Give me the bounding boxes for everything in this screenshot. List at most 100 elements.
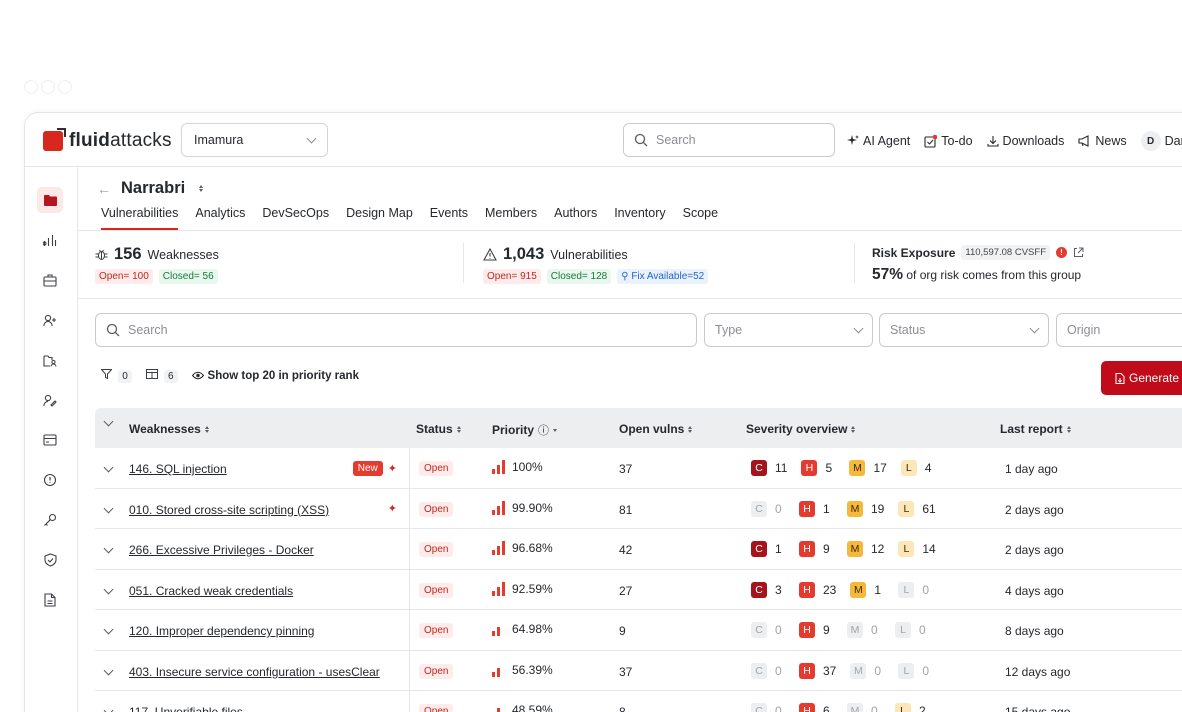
type-filter-select[interactable]: Type	[704, 313, 873, 347]
tab-devsecops[interactable]: DevSecOps	[262, 206, 329, 230]
severity-M-letter: M	[850, 662, 867, 679]
header-last-report[interactable]: Last report	[1000, 422, 1071, 436]
status-filter-select[interactable]: Status	[879, 313, 1049, 347]
back-arrow-icon[interactable]: ←	[97, 181, 111, 197]
sidebar-item-user-edit[interactable]	[37, 387, 63, 413]
severity-L-letter: L	[898, 541, 915, 557]
origin-filter-placeholder: Origin	[1067, 323, 1101, 337]
vulnerability-search-input[interactable]: Search	[95, 313, 697, 347]
table-row[interactable]: 051. Cracked weak credentials Open 92.59…	[95, 569, 1182, 610]
ai-sparkle-icon[interactable]: ✦	[388, 462, 397, 475]
tab-design-map[interactable]: Design Map	[346, 206, 413, 230]
weakness-link[interactable]: 120. Improper dependency pinning	[129, 624, 314, 638]
todo-button[interactable]: To-do	[924, 134, 973, 148]
top-actions: AI Agent To-do Downloads News D Dan	[847, 131, 1182, 151]
tab-authors[interactable]: Authors	[554, 206, 597, 230]
header-status[interactable]: Status	[416, 422, 461, 436]
app-window: fluidattacks Imamura Search AI Agent To-…	[24, 112, 1182, 712]
todo-icon	[924, 135, 937, 148]
header-severity[interactable]: Severity overview	[746, 422, 856, 436]
expand-row-icon[interactable]	[103, 705, 114, 712]
header-priority[interactable]: Priority ⓘ	[492, 422, 558, 438]
expand-row-icon[interactable]	[103, 462, 114, 473]
sidebar-item-groups[interactable]	[37, 187, 63, 213]
sidebar-item-credentials[interactable]	[37, 507, 63, 533]
expand-row-icon[interactable]	[103, 543, 114, 554]
analytics-icon	[43, 234, 57, 246]
sidebar-item-analytics[interactable]	[37, 227, 63, 253]
table-row[interactable]: 403. Insecure service configuration - us…	[95, 650, 1182, 691]
severity-H-count: 1	[823, 501, 830, 516]
origin-filter-select[interactable]: Origin	[1056, 313, 1182, 347]
severity-H-count: 37	[823, 663, 837, 678]
show-top-toggle[interactable]: Show top 20 in priority rank	[191, 370, 359, 382]
weakness-link[interactable]: 010. Stored cross-site scripting (XSS)	[129, 503, 329, 517]
severity-M-badge: M0	[847, 703, 881, 712]
user-menu[interactable]: D Dan	[1140, 131, 1182, 151]
organization-select[interactable]: Imamura	[181, 123, 328, 157]
tab-events[interactable]: Events	[430, 206, 468, 230]
summary-divider	[854, 243, 855, 283]
table-row[interactable]: 120. Improper dependency pinning Open 64…	[95, 610, 1182, 651]
severity-C-badge: C0	[751, 662, 785, 679]
filters-count: 0	[118, 370, 132, 383]
header-weaknesses[interactable]: Weaknesses	[129, 422, 209, 436]
tab-vulnerabilities[interactable]: Vulnerabilities	[101, 206, 179, 230]
news-button[interactable]: News	[1078, 134, 1127, 148]
expand-row-icon[interactable]	[103, 624, 114, 635]
tab-inventory[interactable]: Inventory	[614, 206, 665, 230]
brand-logo[interactable]: fluidattacks	[43, 128, 172, 152]
table-row[interactable]: 266. Excessive Privileges - Docker Open …	[95, 529, 1182, 570]
expand-row-icon[interactable]	[103, 665, 114, 675]
weakness-link[interactable]: 051. Cracked weak credentials	[129, 584, 293, 598]
header-status-label: Status	[416, 422, 453, 436]
weakness-link[interactable]: 266. Excessive Privileges - Docker	[129, 543, 314, 557]
group-switcher-icon[interactable]	[199, 185, 204, 192]
sidebar-item-security[interactable]	[37, 547, 63, 573]
sidebar-item-billing[interactable]	[37, 427, 63, 453]
tab-scope[interactable]: Scope	[683, 206, 718, 230]
header-open-vulns[interactable]: Open vulns	[619, 422, 693, 436]
downloads-button[interactable]: Downloads	[986, 134, 1064, 148]
sidebar-item-portfolio[interactable]	[37, 267, 63, 293]
tab-analytics[interactable]: Analytics	[195, 206, 245, 230]
warning-icon	[483, 248, 497, 261]
generate-report-label: Generate r	[1129, 371, 1182, 385]
weakness-link[interactable]: 117. Unverifiable files	[129, 705, 243, 712]
ai-agent-button[interactable]: AI Agent	[847, 134, 910, 148]
sort-desc-icon	[553, 428, 558, 432]
expand-row-icon[interactable]	[103, 503, 114, 513]
sidebar-item-documents[interactable]	[37, 587, 63, 613]
tab-members[interactable]: Members	[485, 206, 537, 230]
external-link-icon[interactable]	[1073, 247, 1084, 258]
minimize-window-icon[interactable]	[41, 80, 55, 94]
weakness-link[interactable]: 403. Insecure service configuration - us…	[129, 665, 380, 679]
table-row[interactable]: 010. Stored cross-site scripting (XSS) ✦…	[95, 488, 1182, 529]
severity-C-letter: C	[751, 662, 767, 679]
filters-button[interactable]: 0	[100, 369, 132, 383]
sidebar-item-alerts[interactable]	[37, 467, 63, 493]
group-tabs: Vulnerabilities Analytics DevSecOps Design …	[101, 206, 718, 230]
severity-H-count: 9	[823, 623, 830, 637]
close-window-icon[interactable]	[24, 80, 38, 94]
eye-icon	[191, 371, 204, 380]
last-report-value: 8 days ago	[1005, 624, 1064, 638]
vulnerabilities-summary: 1,043 Vulnerabilities Open= 915 Closed= …	[483, 245, 709, 284]
ai-sparkle-icon[interactable]: ✦	[388, 502, 397, 515]
table-row[interactable]: 146. SQL injection New ✦ Open 100% 37 C1…	[95, 448, 1182, 489]
expand-all-icon[interactable]	[103, 416, 114, 427]
severity-H-badge: H 37	[799, 662, 837, 679]
maximize-window-icon[interactable]	[58, 80, 72, 94]
fix-available-chip[interactable]: ⚲ Fix Available=52	[617, 269, 709, 284]
weakness-link[interactable]: 146. SQL injection	[129, 462, 227, 476]
sidebar-item-user-folder[interactable]	[37, 347, 63, 373]
columns-button[interactable]: 6	[145, 369, 178, 383]
priority-value: 100%	[512, 460, 543, 474]
priority-bars-icon	[492, 500, 505, 515]
top-search-input[interactable]: Search	[623, 123, 835, 157]
card-icon	[43, 434, 57, 446]
table-row[interactable]: 117. Unverifiable files Open 48.59% 8 C0…	[95, 691, 1182, 712]
generate-report-button[interactable]: Generate r	[1101, 361, 1182, 395]
expand-row-icon[interactable]	[103, 584, 114, 594]
sidebar-item-add-user[interactable]	[37, 307, 63, 333]
